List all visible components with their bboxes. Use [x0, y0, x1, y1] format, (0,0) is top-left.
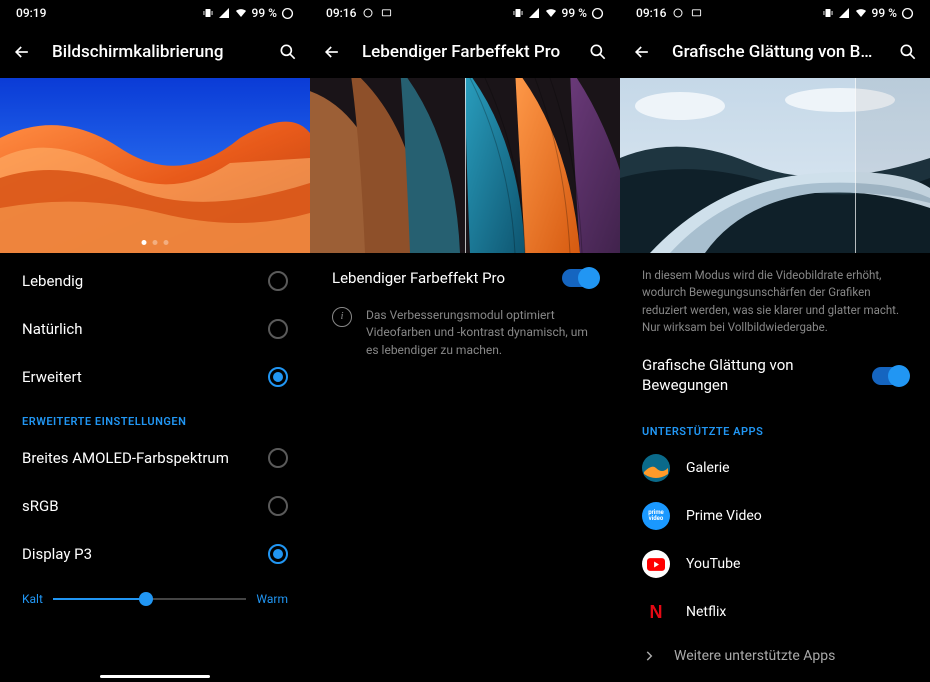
back-icon[interactable] — [322, 42, 342, 62]
radio-icon — [268, 367, 288, 387]
screen-motion-smoothing: 09:16 99 % Grafische Glättung von Bewegu… — [620, 0, 930, 682]
radio-icon — [268, 448, 288, 468]
info-description: i Das Verbesserungsmodul optimiert Video… — [310, 303, 620, 373]
back-icon[interactable] — [632, 42, 652, 62]
wifi-icon — [854, 7, 868, 19]
dnd-icon — [672, 7, 684, 19]
title-bar: Bildschirmkalibrierung — [0, 26, 310, 78]
hero-image-split — [310, 78, 620, 253]
more-apps-row[interactable]: Weitere unterstützte Apps — [620, 636, 930, 676]
app-label: Netflix — [686, 604, 726, 620]
section-header-advanced: ERWEITERTE EINSTELLUNGEN — [0, 401, 310, 434]
radio-amoled[interactable]: Breites AMOLED-Farbspektrum — [0, 434, 310, 482]
page-title: Bildschirmkalibrierung — [52, 42, 258, 62]
battery-text: 99 % — [562, 6, 587, 20]
chevron-right-icon — [642, 649, 656, 663]
toggle-motion-smoothing[interactable]: Grafische Glättung von Bewegungen — [620, 340, 930, 411]
app-row-youtube[interactable]: YouTube — [620, 540, 930, 588]
status-time: 09:16 — [636, 6, 666, 20]
page-title: Grafische Glättung von Bewegu… — [672, 42, 878, 62]
more-label: Weitere unterstützte Apps — [674, 648, 835, 664]
signal-icon — [218, 7, 230, 19]
app-row-netflix[interactable]: N Netflix — [620, 588, 930, 636]
status-right: 99 % — [202, 6, 294, 20]
cast-icon — [690, 8, 703, 19]
back-icon[interactable] — [12, 42, 32, 62]
app-row-gallery[interactable]: Galerie — [620, 444, 930, 492]
toggle-vivid-color[interactable]: Lebendiger Farbeffekt Pro — [310, 253, 620, 303]
radio-srgb[interactable]: sRGB — [0, 482, 310, 530]
status-time: 09:16 — [326, 6, 356, 20]
radio-natural[interactable]: Natürlich — [0, 305, 310, 353]
netflix-icon: N — [642, 598, 670, 626]
signal-icon — [528, 7, 540, 19]
status-right: 99 % — [822, 6, 914, 20]
dnd-icon — [362, 7, 374, 19]
slider-label-warm: Warm — [256, 592, 288, 606]
title-bar: Grafische Glättung von Bewegu… — [620, 26, 930, 78]
search-icon[interactable] — [898, 42, 918, 62]
page-title: Lebendiger Farbeffekt Pro — [362, 42, 568, 62]
status-bar: 09:16 99 % — [310, 0, 620, 26]
status-right: 99 % — [512, 6, 604, 20]
app-label: Prime Video — [686, 508, 762, 524]
wifi-icon — [544, 7, 558, 19]
vibrate-icon — [202, 7, 214, 19]
search-icon[interactable] — [278, 42, 298, 62]
app-label: Galerie — [686, 460, 730, 476]
youtube-icon — [642, 550, 670, 578]
app-label: YouTube — [686, 556, 740, 572]
radio-advanced[interactable]: Erweitert — [0, 353, 310, 401]
radio-icon — [268, 496, 288, 516]
hero-image-split — [620, 78, 930, 253]
screen-vivid-color: 09:16 99 % Lebendiger Farbeffekt Pro — [310, 0, 620, 682]
section-header-apps: UNTERSTÜTZTE APPS — [620, 411, 930, 444]
mode-description: In diesem Modus wird die Videobildrate e… — [620, 253, 930, 340]
switch-icon — [562, 269, 598, 287]
radio-icon — [268, 319, 288, 339]
info-icon: i — [332, 307, 352, 327]
primevideo-icon: primevideo — [642, 502, 670, 530]
hero-image[interactable] — [0, 78, 310, 253]
switch-icon — [872, 367, 908, 385]
split-divider — [855, 78, 856, 253]
battery-text: 99 % — [252, 6, 277, 20]
slider-thumb[interactable] — [139, 592, 153, 606]
app-row-primevideo[interactable]: primevideo Prime Video — [620, 492, 930, 540]
signal-icon — [838, 7, 850, 19]
radio-p3[interactable]: Display P3 — [0, 530, 310, 578]
vibrate-icon — [822, 7, 834, 19]
battery-text: 99 % — [872, 6, 897, 20]
radio-icon — [268, 271, 288, 291]
radio-vivid[interactable]: Lebendig — [0, 257, 310, 305]
search-icon[interactable] — [588, 42, 608, 62]
page-dots — [142, 240, 169, 245]
screen-calibration: 09:19 99 % Bildschirmkalibrierung — [0, 0, 310, 682]
status-bar: 09:19 99 % — [0, 0, 310, 26]
title-bar: Lebendiger Farbeffekt Pro — [310, 26, 620, 78]
wifi-icon — [234, 7, 248, 19]
battery-circle-icon — [281, 7, 294, 20]
vibrate-icon — [512, 7, 524, 19]
slider-label-cold: Kalt — [22, 592, 43, 606]
battery-circle-icon — [591, 7, 604, 20]
battery-circle-icon — [901, 7, 914, 20]
status-bar: 09:16 99 % — [620, 0, 930, 26]
radio-icon — [268, 544, 288, 564]
nav-indicator[interactable] — [100, 675, 210, 678]
cast-icon — [380, 8, 393, 19]
status-time: 09:19 — [16, 6, 46, 20]
gallery-icon — [642, 454, 670, 482]
color-temp-slider[interactable]: Kalt Warm — [0, 578, 310, 610]
split-divider — [465, 78, 466, 253]
